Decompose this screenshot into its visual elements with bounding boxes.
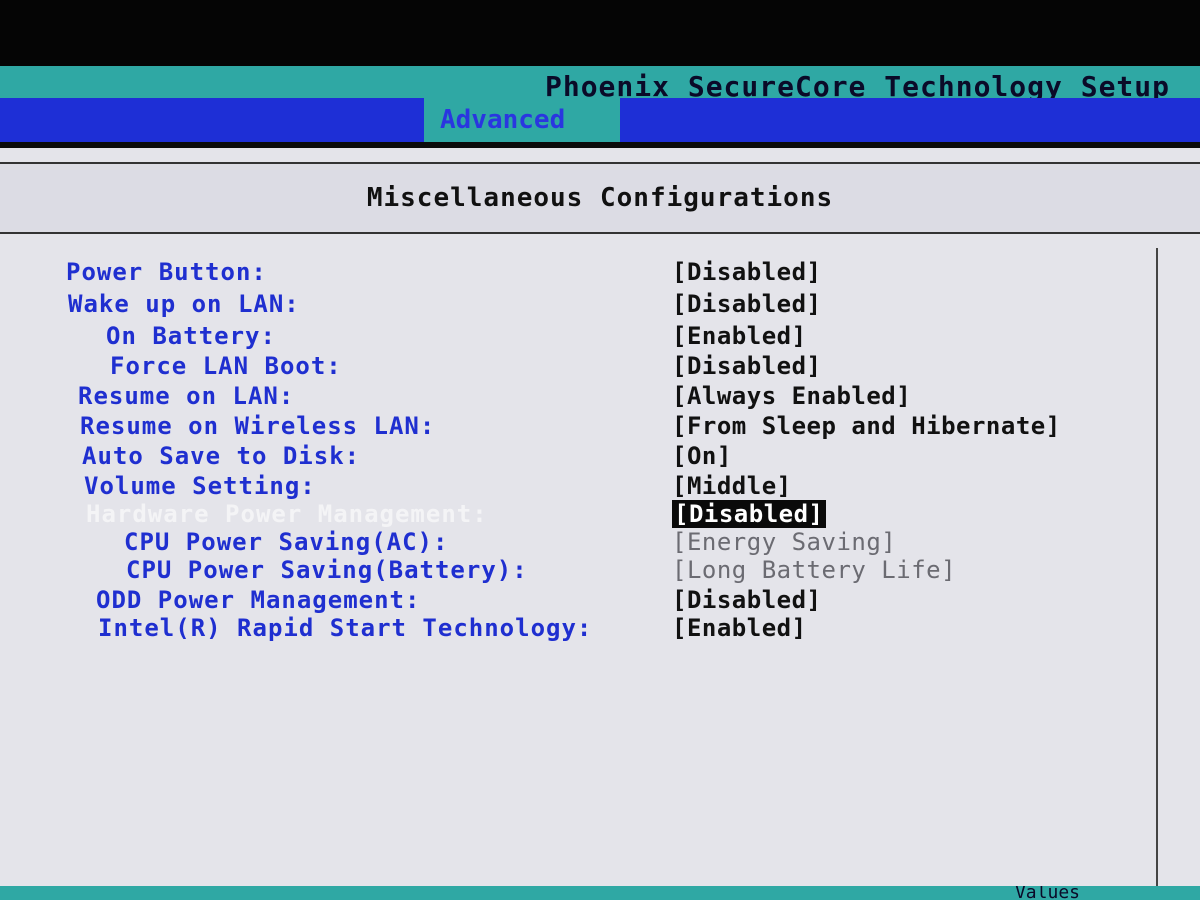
setting-label: Hardware Power Management: bbox=[86, 500, 488, 528]
setting-label: Intel(R) Rapid Start Technology: bbox=[98, 614, 593, 642]
setting-auto-save-to-disk[interactable]: Auto Save to Disk: [On] bbox=[0, 442, 1160, 470]
setting-label: Wake up on LAN: bbox=[68, 290, 300, 318]
setting-wake-up-on-lan[interactable]: Wake up on LAN: [Disabled] bbox=[0, 290, 1160, 318]
setting-value[interactable]: [Energy Saving] bbox=[672, 528, 896, 556]
panel-divider bbox=[1156, 248, 1158, 900]
setting-resume-on-wireless-lan[interactable]: Resume on Wireless LAN: [From Sleep and … bbox=[0, 412, 1160, 440]
setting-volume-setting[interactable]: Volume Setting: [Middle] bbox=[0, 472, 1160, 500]
setting-on-battery[interactable]: On Battery: [Enabled] bbox=[0, 322, 1160, 350]
setting-value[interactable]: [On] bbox=[672, 442, 732, 470]
menu-bar: Advanced bbox=[0, 98, 1200, 142]
setting-value[interactable]: [Disabled] bbox=[672, 352, 822, 380]
setting-value[interactable]: [Long Battery Life] bbox=[672, 556, 956, 584]
setting-label: ODD Power Management: bbox=[96, 586, 421, 614]
setting-power-button[interactable]: Power Button: [Disabled] bbox=[0, 258, 1160, 286]
setting-label: Resume on Wireless LAN: bbox=[80, 412, 436, 440]
setting-value[interactable]: [Disabled] bbox=[672, 586, 822, 614]
page-header: Miscellaneous Configurations bbox=[0, 162, 1200, 234]
status-bar: Values bbox=[0, 886, 1200, 900]
setting-label: CPU Power Saving(AC): bbox=[124, 528, 449, 556]
settings-list: Power Button: [Disabled] Wake up on LAN:… bbox=[0, 248, 1160, 888]
tab-advanced[interactable]: Advanced bbox=[424, 98, 620, 142]
setting-label: Volume Setting: bbox=[84, 472, 316, 500]
page-title: Miscellaneous Configurations bbox=[366, 183, 834, 213]
setting-resume-on-lan[interactable]: Resume on LAN: [Always Enabled] bbox=[0, 382, 1160, 410]
bios-screen: Phoenix SecureCore Technology Setup Adva… bbox=[0, 66, 1200, 900]
setting-label: Resume on LAN: bbox=[78, 382, 295, 410]
setting-value[interactable]: [Disabled] bbox=[672, 290, 822, 318]
setting-force-lan-boot[interactable]: Force LAN Boot: [Disabled] bbox=[0, 352, 1160, 380]
setting-label: Power Button: bbox=[66, 258, 267, 286]
setting-label: CPU Power Saving(Battery): bbox=[126, 556, 528, 584]
setting-label: Auto Save to Disk: bbox=[82, 442, 361, 470]
setting-label: Force LAN Boot: bbox=[110, 352, 342, 380]
setting-value[interactable]: [From Sleep and Hibernate] bbox=[672, 412, 1061, 440]
setting-cpu-power-saving-ac[interactable]: CPU Power Saving(AC): [Energy Saving] bbox=[0, 528, 1160, 556]
setting-hardware-power-management[interactable]: Hardware Power Management: [Disabled] bbox=[0, 500, 1160, 528]
setting-value[interactable]: [Enabled] bbox=[672, 614, 807, 642]
setting-odd-power-management[interactable]: ODD Power Management: [Disabled] bbox=[0, 586, 1160, 614]
setting-label: On Battery: bbox=[106, 322, 276, 350]
setting-value-selected[interactable]: [Disabled] bbox=[672, 500, 826, 528]
settings-panel: Miscellaneous Configurations Power Butto… bbox=[0, 148, 1200, 900]
setting-value[interactable]: [Enabled] bbox=[672, 322, 807, 350]
setting-value[interactable]: [Middle] bbox=[672, 472, 792, 500]
setting-value[interactable]: [Always Enabled] bbox=[672, 382, 911, 410]
setting-intel-rapid-start[interactable]: Intel(R) Rapid Start Technology: [Enable… bbox=[0, 614, 1160, 642]
setting-cpu-power-saving-battery[interactable]: CPU Power Saving(Battery): [Long Battery… bbox=[0, 556, 1160, 584]
status-text: Values bbox=[1014, 886, 1080, 900]
setting-value[interactable]: [Disabled] bbox=[672, 258, 822, 286]
